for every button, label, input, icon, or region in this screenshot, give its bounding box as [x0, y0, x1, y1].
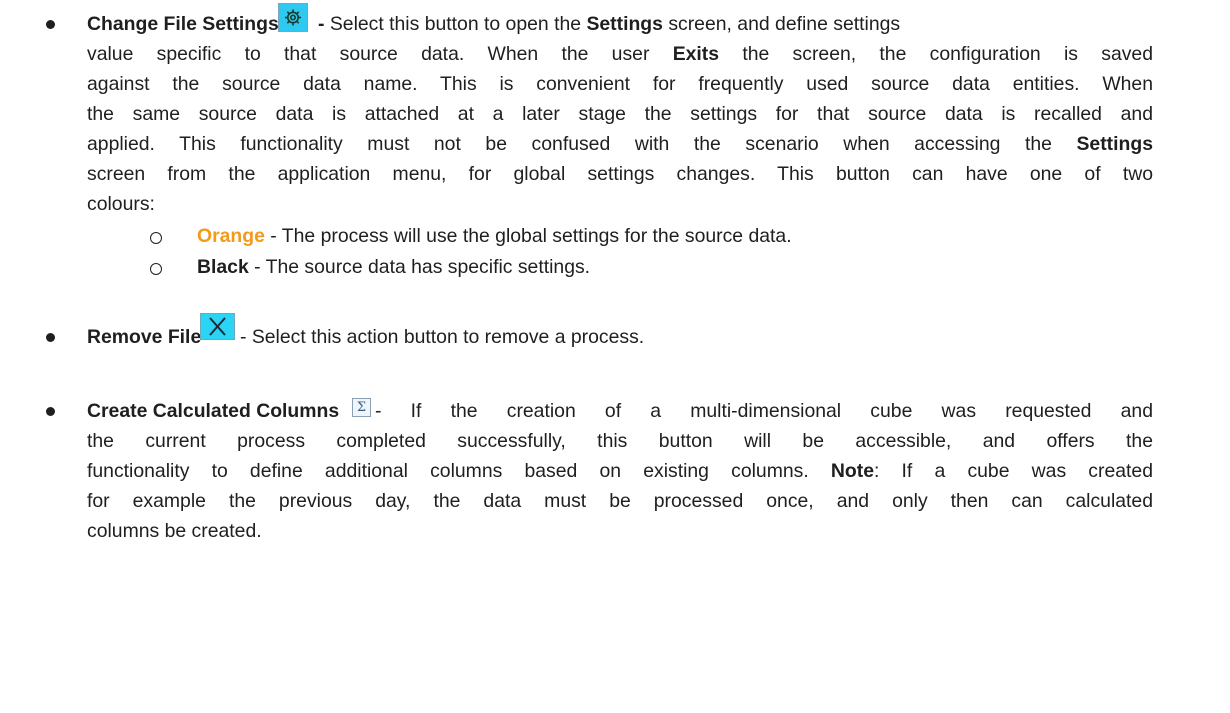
sub-bullet [150, 232, 162, 244]
change-file-settings-line-1-rest: - Select this button to open the Setting… [318, 10, 900, 38]
change-file-settings-line-7: colours: [87, 193, 155, 215]
create-calculated-columns-button[interactable]: Σ [352, 398, 371, 417]
bullet [46, 333, 55, 342]
orange-option: Orange - The process will use the global… [197, 222, 792, 250]
bullet [46, 20, 55, 29]
change-file-settings-line-2: value specific to that source data. When… [87, 40, 1153, 68]
black-label: Black [197, 256, 249, 278]
create-calculated-columns-line-4: for example the previous day, the data m… [87, 490, 1153, 512]
remove-file-title: Remove File [87, 326, 202, 348]
change-file-settings-line-1: Change File Settings [87, 10, 279, 38]
dash: - [318, 13, 330, 35]
exits-bold: Exits [672, 43, 720, 65]
note-bold: Note [830, 460, 874, 482]
create-calculated-columns-line-5: columns be created. [87, 520, 262, 542]
remove-file-description: - Select this action button to remove a … [240, 326, 645, 348]
settings-bold: Settings [586, 13, 663, 35]
sub-bullet [150, 263, 162, 275]
text-span: Select this button to open the [329, 13, 587, 35]
change-file-settings-line-4: the same source data is attached at a la… [87, 103, 1153, 125]
text-span: screen, and define settings [662, 13, 901, 35]
create-calculated-columns-title: Create Calculated Columns [87, 400, 340, 422]
orange-label: Orange [197, 225, 265, 247]
text-span: the screen, the configuration is saved [719, 43, 1153, 65]
create-calculated-columns-line-2: the current process completed successful… [87, 430, 1153, 452]
text-span: - The source data has specific settings. [248, 256, 591, 278]
change-file-settings-button[interactable] [278, 3, 308, 32]
text-span: - The process will use the global settin… [264, 225, 792, 247]
bullet [46, 407, 55, 416]
remove-file-title-line: Remove File [87, 323, 201, 351]
create-calculated-columns-line-3: functionality to define additional colum… [87, 457, 1153, 485]
remove-file-button[interactable] [200, 313, 235, 340]
document-page: Change File Settings - Select this butto… [0, 0, 1230, 713]
settings-bold: Settings [1076, 133, 1154, 155]
change-file-settings-line-6: screen from the application menu, for gl… [87, 163, 1153, 185]
create-calculated-columns-title-line: Create Calculated Columns [87, 397, 339, 425]
black-option: Black - The source data has specific set… [197, 253, 590, 281]
gear-icon [285, 9, 301, 26]
change-file-settings-title: Change File Settings [87, 13, 279, 35]
change-file-settings-line-3: against the source data name. This is co… [87, 73, 1153, 95]
text-span: : If a cube was created [873, 460, 1153, 482]
close-icon [209, 317, 226, 336]
text-span: value specific to that source data. When… [87, 43, 673, 65]
create-calculated-columns-line-1-rest: - If the creation of a multi-dimensional… [375, 400, 1153, 422]
text-span: functionality to define additional colum… [87, 460, 831, 482]
change-file-settings-line-5: applied. This functionality must not be … [87, 130, 1153, 158]
text-span: applied. This functionality must not be … [87, 133, 1077, 155]
sigma-icon: Σ [356, 400, 367, 415]
